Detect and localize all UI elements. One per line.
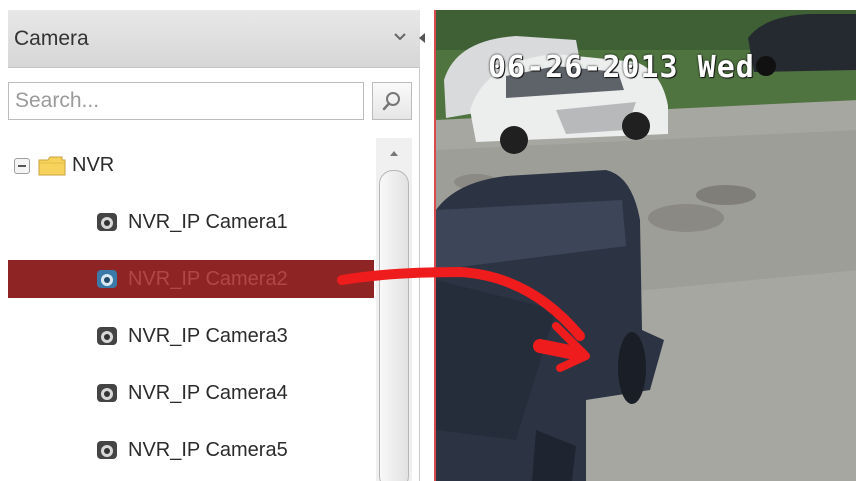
tree-scrollbar[interactable] (376, 138, 412, 481)
camera-icon (97, 441, 117, 459)
search-button[interactable] (372, 82, 412, 120)
tree-item-label: NVR_IP Camera4 (128, 382, 288, 404)
camera-icon (97, 327, 117, 345)
chevron-down-icon[interactable] (392, 29, 408, 45)
collapse-panel-icon[interactable] (418, 32, 426, 44)
video-timestamp-overlay: 06-26-2013 Wed (488, 50, 755, 85)
tree-item-camera4[interactable]: NVR_IP Camera4 (8, 374, 374, 412)
folder-icon (38, 156, 66, 176)
tree-node-nvr[interactable]: NVR (8, 146, 374, 184)
camera-icon (97, 270, 117, 288)
tree-item-label: NVR_IP Camera3 (128, 325, 288, 347)
panel-title: Camera (14, 27, 89, 50)
scroll-up-icon (390, 151, 398, 156)
collapse-toggle[interactable] (14, 158, 30, 174)
panel-header[interactable]: Camera (8, 10, 420, 68)
scroll-thumb[interactable] (379, 170, 409, 481)
scroll-up-button[interactable] (383, 144, 405, 162)
video-view[interactable]: 06-26-2013 Wed (434, 10, 856, 481)
tree-item-label: NVR_IP Camera2 (128, 268, 288, 290)
tree-item-label: NVR_IP Camera1 (128, 211, 288, 233)
camera-panel: Camera NVR NVR (8, 10, 420, 481)
device-tree: NVR NVR_IP Camera1 NVR_IP Camera2 NVR_IP… (8, 138, 420, 481)
tree-node-label: NVR (72, 154, 115, 176)
camera-icon (97, 384, 117, 402)
search-icon (382, 92, 400, 111)
tree-item-camera1[interactable]: NVR_IP Camera1 (8, 203, 374, 241)
search-input[interactable] (8, 82, 364, 120)
tree-item-camera5[interactable]: NVR_IP Camera5 (8, 431, 374, 469)
tree-item-camera2[interactable]: NVR_IP Camera2 (8, 260, 374, 298)
search-row (8, 78, 420, 126)
tree-item-label: NVR_IP Camera5 (128, 439, 288, 461)
tree-item-camera3[interactable]: NVR_IP Camera3 (8, 317, 374, 355)
camera-icon (97, 213, 117, 231)
